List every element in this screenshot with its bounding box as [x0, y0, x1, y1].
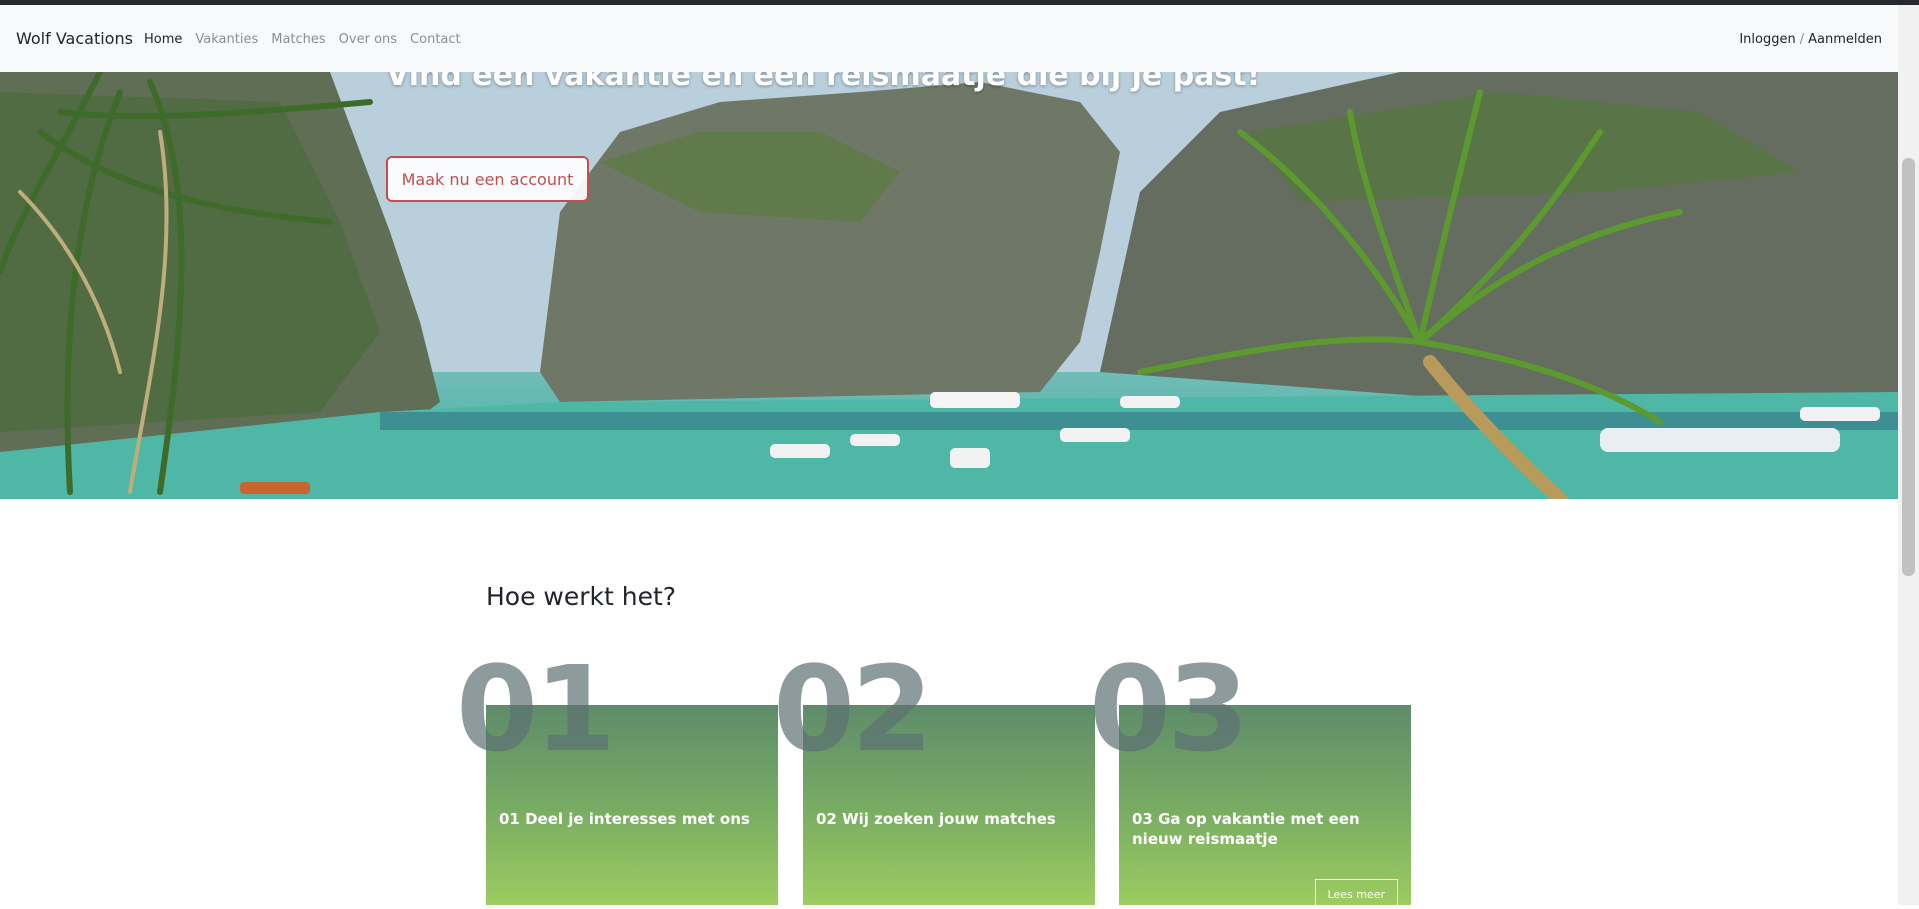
nav-over-ons[interactable]: Over ons — [339, 32, 397, 47]
nav-contact[interactable]: Contact — [410, 32, 461, 47]
auth-separator: / — [1799, 32, 1805, 47]
nav-home[interactable]: Home — [144, 32, 182, 47]
login-link[interactable]: Inloggen — [1739, 32, 1795, 47]
nav-matches[interactable]: Matches — [271, 32, 325, 47]
nav-links: Home Vakanties Matches Over ons Contact — [144, 32, 461, 47]
hero-banner: Vind een vakantie en een reismaatje die … — [0, 72, 1898, 499]
hero-title: Vind een vakantie en een reismaatje die … — [386, 72, 1261, 93]
register-link[interactable]: Aanmelden — [1808, 32, 1882, 47]
auth-links: Inloggen / Aanmelden — [1739, 32, 1882, 47]
step-number-02: 02 — [773, 640, 933, 778]
nav-vakanties[interactable]: Vakanties — [195, 32, 258, 47]
how-it-works-title: Hoe werkt het? — [486, 582, 677, 611]
navbar: Wolf Vacations Home Vakanties Matches Ov… — [0, 5, 1898, 72]
step-card-title: 03 Ga op vakantie met een nieuw reismaat… — [1132, 810, 1360, 848]
step-number-01: 01 — [456, 640, 616, 778]
step-card-title: 02 Wij zoeken jouw matches — [816, 810, 1056, 828]
create-account-button[interactable]: Maak nu een account — [386, 156, 589, 202]
brand-logo[interactable]: Wolf Vacations — [16, 29, 133, 48]
page-scrollbar[interactable] — [1898, 5, 1919, 905]
step-number-03: 03 — [1089, 640, 1249, 778]
step-card-title: 01 Deel je interesses met ons — [499, 810, 750, 828]
hero-background-image — [0, 72, 1898, 499]
scrollbar-thumb[interactable] — [1902, 158, 1915, 576]
